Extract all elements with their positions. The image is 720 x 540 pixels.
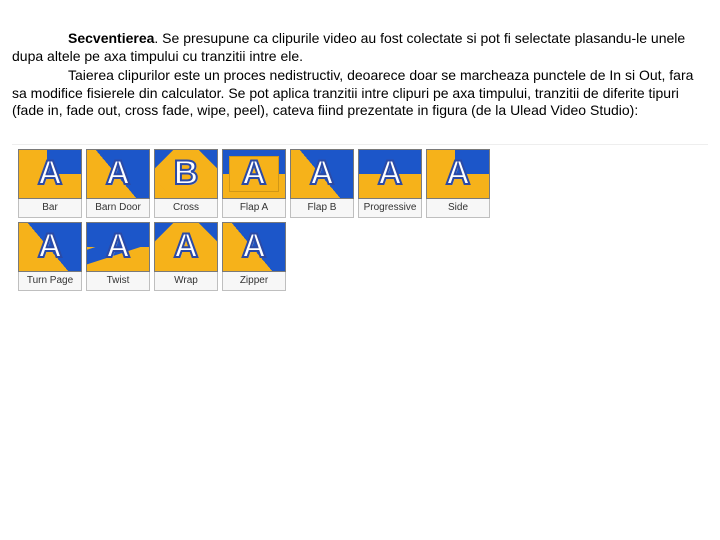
section-title: Secventierea <box>68 30 154 46</box>
transition-thumb: A <box>86 149 150 199</box>
transition-label: Wrap <box>154 272 218 291</box>
paragraph-2: Taierea clipurilor este un proces nedist… <box>12 67 708 120</box>
transition-label: Bar <box>18 199 82 218</box>
transition-letter-icon: A <box>427 150 489 198</box>
transition-letter-icon: A <box>87 150 149 198</box>
transitions-gallery: ABarABarn DoorBCrossAFlap AAFlap BAProgr… <box>12 144 708 303</box>
transition-label: Cross <box>154 199 218 218</box>
transition-item[interactable]: ABarn Door <box>86 149 150 218</box>
transition-thumb: A <box>18 222 82 272</box>
transition-thumb: A <box>222 222 286 272</box>
transition-label: Turn Page <box>18 272 82 291</box>
transition-letter-icon: A <box>223 223 285 271</box>
transition-thumb: B <box>154 149 218 199</box>
transition-item[interactable]: AFlap B <box>290 149 354 218</box>
transition-letter-icon: A <box>291 150 353 198</box>
transition-label: Side <box>426 199 490 218</box>
gallery-row-2: ATurn PageATwistAWrapAZipper <box>18 222 702 291</box>
transition-item[interactable]: AWrap <box>154 222 218 291</box>
transition-label: Flap B <box>290 199 354 218</box>
transition-item[interactable]: ATwist <box>86 222 150 291</box>
transition-label: Barn Door <box>86 199 150 218</box>
transition-letter-icon: A <box>155 223 217 271</box>
transition-label: Twist <box>86 272 150 291</box>
transition-thumb: A <box>18 149 82 199</box>
transition-item[interactable]: AFlap A <box>222 149 286 218</box>
transition-item[interactable]: AProgressive <box>358 149 422 218</box>
transition-letter-icon: A <box>87 223 149 271</box>
transition-item[interactable]: AZipper <box>222 222 286 291</box>
paragraph-2-text: Taierea clipurilor este un proces nedist… <box>12 67 693 118</box>
transition-label: Zipper <box>222 272 286 291</box>
gallery-row-1: ABarABarn DoorBCrossAFlap AAFlap BAProgr… <box>18 149 702 218</box>
transition-thumb: A <box>154 222 218 272</box>
transition-item[interactable]: ASide <box>426 149 490 218</box>
transition-thumb: A <box>426 149 490 199</box>
transition-item[interactable]: ATurn Page <box>18 222 82 291</box>
transition-thumb: A <box>358 149 422 199</box>
transition-letter-icon: A <box>359 150 421 198</box>
transition-thumb: A <box>290 149 354 199</box>
transition-letter-icon: A <box>223 150 285 198</box>
transition-letter-icon: B <box>155 150 217 198</box>
transition-thumb: A <box>86 222 150 272</box>
document-body: Secventierea. Se presupune ca clipurile … <box>0 0 720 303</box>
transition-label: Progressive <box>358 199 422 218</box>
transition-label: Flap A <box>222 199 286 218</box>
transition-letter-icon: A <box>19 150 81 198</box>
transition-letter-icon: A <box>19 223 81 271</box>
paragraph-1: Secventierea. Se presupune ca clipurile … <box>12 30 708 65</box>
transition-thumb: A <box>222 149 286 199</box>
transition-item[interactable]: BCross <box>154 149 218 218</box>
transition-item[interactable]: ABar <box>18 149 82 218</box>
